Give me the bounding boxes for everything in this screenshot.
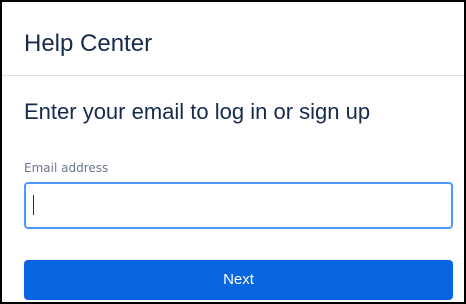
email-field[interactable] — [24, 182, 453, 229]
header-divider — [2, 75, 464, 76]
form-heading: Enter your email to log in or sign up — [24, 99, 371, 124]
next-button[interactable]: Next — [24, 260, 453, 300]
page-title: Help Center — [24, 30, 153, 57]
text-cursor — [33, 195, 34, 215]
help-center-login-panel: Help Center Enter your email to log in o… — [0, 0, 466, 304]
email-field-label: Email address — [24, 161, 109, 175]
